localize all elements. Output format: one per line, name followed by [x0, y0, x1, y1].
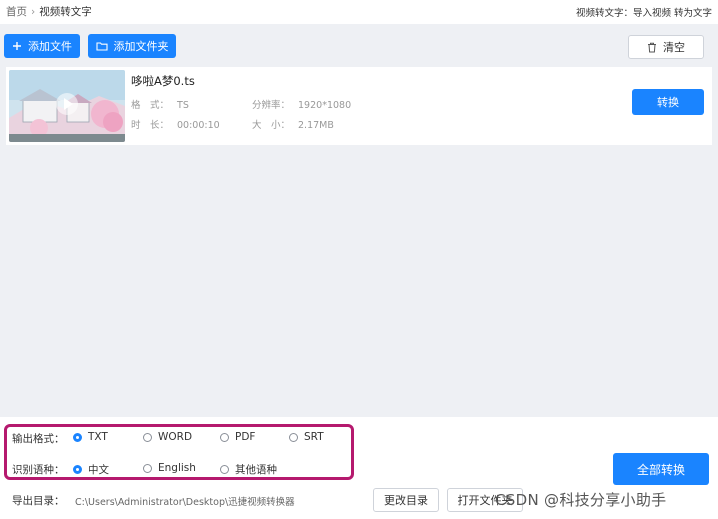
- breadcrumb-current: 视频转文字: [39, 6, 92, 18]
- watermark: CSDN @科技分享小助手: [495, 491, 667, 509]
- resolution-value: 1920*1080: [298, 100, 352, 111]
- add-file-label: 添加文件: [28, 40, 72, 53]
- clear-button[interactable]: 清空: [628, 35, 704, 59]
- duration-info: 时 长： 00:00:10: [131, 117, 220, 131]
- plus-icon: [12, 41, 22, 51]
- radio-english-label: English: [158, 462, 196, 474]
- file-name: 哆啦A梦0.ts: [131, 74, 195, 88]
- clear-label: 清空: [663, 41, 685, 54]
- resolution-info: 分辨率： 1920*1080: [252, 97, 351, 111]
- export-dir-label: 导出目录：: [12, 495, 65, 507]
- format-value: TS: [177, 100, 189, 111]
- duration-value: 00:00:10: [177, 120, 220, 131]
- change-directory-label: 更改目录: [384, 494, 428, 507]
- convert-label: 转换: [657, 96, 679, 109]
- format-info: 格 式： TS: [131, 97, 189, 111]
- radio-dot: [73, 432, 82, 442]
- size-label: 大 小：: [252, 120, 291, 131]
- radio-english[interactable]: English: [143, 462, 196, 474]
- size-info: 大 小： 2.17MB: [252, 117, 334, 131]
- folder-icon: [95, 41, 108, 51]
- thumbnail-image: [9, 70, 125, 142]
- format-label: 格 式：: [131, 100, 170, 111]
- language-label: 识别语种：: [12, 464, 65, 476]
- breadcrumb: 首页 › 视频转文字: [6, 4, 92, 19]
- resolution-label: 分辨率：: [252, 100, 291, 111]
- radio-word[interactable]: WORD: [143, 431, 192, 443]
- radio-srt-label: SRT: [304, 431, 324, 443]
- radio-txt-label: TXT: [88, 431, 108, 443]
- feature-hint: 视频转文字：导入视频 转为文字: [575, 8, 712, 19]
- radio-dot: [289, 432, 298, 442]
- radio-dot: [220, 465, 229, 474]
- radio-pdf[interactable]: PDF: [220, 431, 255, 443]
- radio-word-label: WORD: [158, 431, 193, 443]
- radio-other-language-label: 其他语种: [235, 464, 277, 476]
- radio-chinese-label: 中文: [88, 464, 109, 476]
- convert-all-label: 全部转换: [636, 462, 685, 477]
- trash-icon: [647, 42, 657, 53]
- radio-other-language[interactable]: 其他语种: [220, 462, 277, 477]
- add-folder-button[interactable]: 添加文件夹: [88, 34, 176, 58]
- radio-dot: [220, 432, 229, 442]
- output-format-label: 输出格式：: [12, 433, 65, 445]
- breadcrumb-home[interactable]: 首页: [6, 4, 27, 19]
- radio-srt[interactable]: SRT: [289, 431, 324, 443]
- radio-dot: [73, 465, 82, 474]
- add-file-button[interactable]: 添加文件: [4, 34, 80, 58]
- video-thumbnail[interactable]: [9, 70, 125, 142]
- file-item: 哆啦A梦0.ts 格 式： TS 分辨率： 1920*1080 时 长： 00:00:…: [6, 67, 712, 145]
- radio-dot: [143, 432, 152, 442]
- radio-dot: [143, 463, 152, 473]
- convert-all-button[interactable]: 全部转换: [613, 453, 709, 485]
- convert-button[interactable]: 转换: [632, 89, 704, 115]
- change-directory-button[interactable]: 更改目录: [373, 488, 439, 512]
- radio-pdf-label: PDF: [235, 431, 256, 443]
- radio-txt[interactable]: TXT: [73, 431, 108, 443]
- size-value: 2.17MB: [298, 120, 334, 131]
- radio-chinese[interactable]: 中文: [73, 462, 109, 477]
- add-folder-label: 添加文件夹: [113, 40, 169, 53]
- export-path: C:\Users\Administrator\Desktop\迅捷视频转换器: [75, 497, 295, 508]
- breadcrumb-separator: ›: [31, 5, 36, 18]
- duration-label: 时 长：: [131, 120, 170, 131]
